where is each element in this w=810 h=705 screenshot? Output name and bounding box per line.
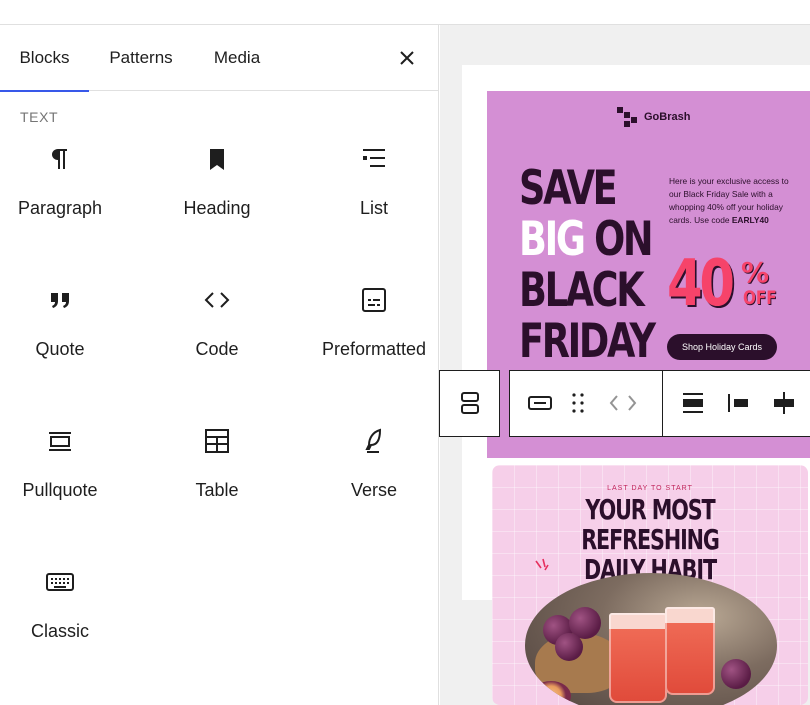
juice-glass: [609, 613, 667, 703]
tab-patterns[interactable]: Patterns: [95, 25, 187, 91]
discount-off-label: OFF: [743, 287, 777, 309]
sparkle-lines-icon: [535, 558, 549, 571]
plum: [721, 659, 751, 689]
headline-line: BIG ON: [519, 212, 654, 267]
block-label: Heading: [183, 198, 251, 218]
drag-handle-button[interactable]: [562, 387, 594, 419]
justify-center-button[interactable]: [768, 387, 800, 419]
block-item-code[interactable]: Code: [142, 284, 292, 404]
preformatted-icon: [358, 284, 390, 316]
block-item-preformatted[interactable]: Preformatted: [299, 284, 449, 404]
black-friday-headline: SAVE BIG ON BLACK FRIDAY: [519, 161, 656, 369]
block-item-list[interactable]: List: [299, 143, 449, 263]
juice-photo: [525, 573, 777, 705]
gobrash-logo-icon: [617, 107, 637, 127]
headline-line: FRIDAY: [519, 314, 656, 369]
block-item-pullquote[interactable]: Pullquote: [0, 425, 135, 545]
headline-highlight: BIG: [519, 212, 586, 267]
tab-media[interactable]: Media: [198, 25, 276, 91]
block-label: Code: [195, 339, 239, 359]
block-label: Table: [195, 480, 239, 500]
shop-holiday-cards-button[interactable]: Shop Holiday Cards: [667, 334, 777, 360]
select-parent-button[interactable]: [439, 370, 500, 437]
paragraph-icon: [44, 143, 76, 175]
block-item-classic[interactable]: Classic: [0, 566, 135, 686]
section-title-text: TEXT: [20, 109, 59, 125]
brand-name: GoBrash: [644, 111, 691, 123]
block-inserter-panel: Blocks Patterns Media TEXT Paragraph Hea…: [0, 25, 439, 705]
headline-word: ON: [594, 212, 654, 267]
code-icon: [201, 284, 233, 316]
promo-code: EARLY40: [731, 215, 769, 225]
table-icon: [201, 425, 233, 457]
justify-left-button[interactable]: [723, 387, 755, 419]
promo-copy: Here is your exclusive access to our Bla…: [669, 175, 793, 227]
habit-title-line: YOUR MOST REFRESHING: [581, 493, 720, 556]
close-icon: [400, 51, 414, 65]
headline-line: SAVE: [519, 161, 618, 216]
block-item-paragraph[interactable]: Paragraph: [0, 143, 135, 263]
block-item-quote[interactable]: Quote: [0, 284, 135, 404]
block-type-button[interactable]: [524, 387, 556, 419]
promo-copy-text: Here is your exclusive access to our Bla…: [669, 176, 789, 225]
plum: [555, 633, 583, 661]
block-item-heading[interactable]: Heading: [142, 143, 292, 263]
block-item-table[interactable]: Table: [142, 425, 292, 545]
block-label: Classic: [30, 621, 89, 641]
block-label: Paragraph: [17, 198, 103, 218]
block-label: Quote: [35, 339, 85, 359]
toolbar-separator: [662, 371, 663, 436]
heading-bookmark-icon: [201, 143, 233, 175]
align-button[interactable]: [677, 387, 709, 419]
move-arrows-icon: [609, 395, 637, 411]
block-item-verse[interactable]: Verse: [299, 425, 449, 545]
plum-half: [531, 681, 571, 705]
juice-glass: [665, 607, 715, 695]
list-icon: [358, 143, 390, 175]
close-inserter-button[interactable]: [390, 43, 424, 73]
inserter-tabs: Blocks Patterns Media: [0, 25, 438, 92]
block-label: Verse: [350, 480, 398, 500]
keyboard-icon: [44, 566, 76, 598]
justify-left-icon: [728, 394, 748, 412]
row-block-icon: [528, 396, 552, 410]
move-buttons[interactable]: [607, 387, 639, 419]
justify-center-icon: [774, 392, 794, 414]
refreshing-habit-card[interactable]: LAST DAY TO START YOUR MOST REFRESHING D…: [492, 465, 808, 705]
select-parent-stack-icon: [461, 392, 479, 414]
quote-icon: [44, 284, 76, 316]
habit-kicker: LAST DAY TO START: [607, 485, 693, 492]
drag-handle-icon: [572, 393, 584, 413]
discount-number: 40: [667, 247, 735, 321]
tab-blocks[interactable]: Blocks: [0, 25, 89, 92]
headline-line: BLACK: [519, 263, 645, 318]
block-toolbar: [509, 370, 810, 437]
align-center-icon: [683, 393, 703, 413]
discount-percent-sign: %: [741, 256, 770, 289]
verse-icon: [358, 425, 390, 457]
block-label: Pullquote: [22, 480, 98, 500]
habit-title: YOUR MOST REFRESHING DAILY HABIT: [533, 495, 767, 585]
block-label: List: [359, 198, 388, 218]
block-label: Preformatted: [321, 339, 427, 359]
pullquote-icon: [44, 425, 76, 457]
